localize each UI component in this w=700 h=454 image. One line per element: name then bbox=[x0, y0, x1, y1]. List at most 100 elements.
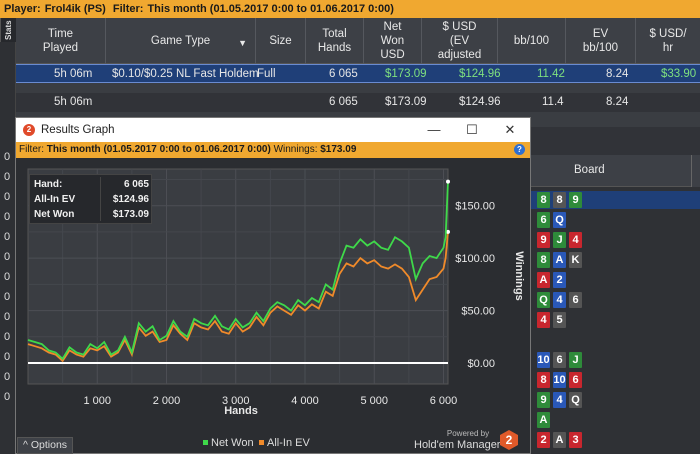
card: Q bbox=[569, 392, 582, 408]
x-tick-label: 5 000 bbox=[360, 395, 388, 407]
row-marker: 0 bbox=[4, 351, 11, 363]
winnings-value: $173.09 bbox=[320, 144, 357, 155]
col-ev-adjusted[interactable]: $ USD (EV adjusted bbox=[422, 18, 498, 64]
x-axis-title: Hands bbox=[224, 405, 258, 417]
row-marker: 0 bbox=[4, 371, 11, 383]
col-size[interactable]: Size bbox=[256, 18, 306, 64]
maximize-icon[interactable]: ☐ bbox=[456, 118, 488, 142]
card: 4 bbox=[553, 292, 566, 308]
minimize-icon[interactable]: — bbox=[418, 118, 450, 142]
graph-filter-value[interactable]: This month (01.05.2017 0:00 to 01.06.201… bbox=[47, 144, 271, 155]
stat-allin-ev: All-In EV $124.96 bbox=[34, 194, 149, 205]
col-total-hands[interactable]: Total Hands bbox=[306, 18, 364, 64]
board-row[interactable] bbox=[526, 331, 700, 349]
board-row[interactable]: 889 bbox=[526, 191, 700, 209]
row-marker: 0 bbox=[4, 391, 11, 403]
col-usd-hr[interactable]: $ USD/ hr bbox=[636, 18, 700, 64]
legend-allin-ev[interactable]: All-In EV bbox=[259, 437, 310, 449]
card: 4 bbox=[553, 392, 566, 408]
y-tick-label: $150.00 bbox=[455, 201, 495, 213]
board-row[interactable]: 8AK bbox=[526, 251, 700, 269]
board-row[interactable]: A2 bbox=[526, 271, 700, 289]
stat-net-won: Net Won $173.09 bbox=[34, 209, 149, 220]
player-name[interactable]: Frol4ik (PS) bbox=[45, 3, 106, 15]
col-game-type[interactable]: Game Type ▼ bbox=[106, 18, 256, 64]
filter-value[interactable]: This month (01.05.2017 0:00 to 01.06.201… bbox=[147, 3, 393, 15]
brand-name: Hold'em Manager bbox=[414, 439, 501, 451]
col-net-won[interactable]: Net Won USD bbox=[364, 18, 422, 64]
card: 6 bbox=[569, 292, 582, 308]
legend-net-won[interactable]: Net Won bbox=[203, 437, 254, 449]
chevron-down-icon[interactable]: ▼ bbox=[238, 36, 247, 50]
row-marker: 0 bbox=[4, 251, 11, 263]
close-icon[interactable]: ✕ bbox=[494, 118, 526, 142]
card: 3 bbox=[569, 432, 582, 448]
x-tick-label: 6 000 bbox=[430, 395, 458, 407]
stats-summary-box: Hand: 6 065 All-In EV $124.96 Net Won $173.… bbox=[29, 174, 152, 224]
row-marker: 0 bbox=[4, 311, 11, 323]
table-total-row: 5h 06m 6 065 $173.09 $124.96 11.4 8.24 bbox=[16, 93, 700, 112]
window-title-bar[interactable]: 2 Results Graph — ☐ ✕ bbox=[16, 118, 530, 142]
card: J bbox=[553, 232, 566, 248]
card: 2 bbox=[553, 272, 566, 288]
board-row[interactable]: 2A3 bbox=[526, 431, 700, 449]
powered-by-label: Powered by bbox=[446, 429, 490, 438]
board-row[interactable]: 9J4 bbox=[526, 231, 700, 249]
filter-label: Filter: bbox=[112, 3, 144, 15]
stats-side-tab[interactable]: Stats bbox=[0, 18, 16, 42]
card: 8 bbox=[537, 252, 550, 268]
card: 6 bbox=[553, 352, 566, 368]
row-marker: 0 bbox=[4, 211, 11, 223]
col-ev-bb100[interactable]: EV bb/100 bbox=[566, 18, 636, 64]
series-end-point bbox=[446, 179, 450, 184]
board-row[interactable]: Q46 bbox=[526, 291, 700, 309]
card: A bbox=[553, 252, 566, 268]
card: 4 bbox=[569, 232, 582, 248]
col-bb100[interactable]: bb/100 bbox=[498, 18, 566, 64]
col-time-played[interactable]: Time Played bbox=[16, 18, 106, 64]
row-marker: 0 bbox=[4, 271, 11, 283]
help-icon[interactable]: ? bbox=[514, 144, 525, 155]
board-row[interactable]: 6Q bbox=[526, 211, 700, 229]
player-filter-bar: Player: Frol4ik (PS) Filter: This month (0… bbox=[0, 0, 700, 18]
board-row[interactable]: 94Q bbox=[526, 391, 700, 409]
card: 4 bbox=[537, 312, 550, 328]
y-tick-label: $50.00 bbox=[461, 306, 495, 318]
table-row[interactable]: 5h 06m $0.10/$0.25 NL Fast Holdem Full 6… bbox=[16, 64, 700, 83]
card: 6 bbox=[537, 212, 550, 228]
row-marker: 0 bbox=[4, 151, 11, 163]
hm2-logo-icon: 2 bbox=[23, 124, 35, 136]
card: Q bbox=[537, 292, 550, 308]
app-window: Player: Frol4ik (PS) Filter: This month (0… bbox=[0, 0, 700, 454]
y-tick-label: $100.00 bbox=[455, 253, 495, 265]
window-title: Results Graph bbox=[41, 124, 115, 136]
card: J bbox=[569, 352, 582, 368]
graph-filter-bar: Filter: This month (01.05.2017 0:00 to 0… bbox=[16, 142, 530, 158]
stats-table-header: Time Played Game Type ▼ Size Total Hands … bbox=[16, 18, 700, 64]
card: 8 bbox=[537, 372, 550, 388]
board-row[interactable]: 8 10 6 bbox=[526, 371, 700, 389]
card: 6 bbox=[569, 372, 582, 388]
left-side-strip: 0 0 0 0 0 0 0 0 0 0 0 0 0 bbox=[0, 42, 16, 454]
results-graph-window: 2 Results Graph — ☐ ✕ Filter: This month… bbox=[15, 117, 531, 454]
stat-hands: Hand: 6 065 bbox=[34, 179, 149, 190]
column-header-edge bbox=[691, 155, 700, 187]
board-row[interactable]: A bbox=[526, 411, 700, 429]
card: 9 bbox=[537, 232, 550, 248]
card: 10 bbox=[553, 372, 566, 388]
chevron-up-icon: ^ bbox=[23, 439, 31, 451]
row-marker: 0 bbox=[4, 171, 11, 183]
row-marker: 0 bbox=[4, 331, 11, 343]
y-axis-title: Winnings bbox=[513, 251, 525, 300]
options-button[interactable]: ^ Options bbox=[17, 437, 73, 454]
card: 8 bbox=[553, 192, 566, 208]
card: Q bbox=[553, 212, 566, 228]
x-tick-label: 2 000 bbox=[153, 395, 181, 407]
card: K bbox=[569, 252, 582, 268]
player-label: Player: bbox=[4, 3, 41, 15]
x-tick-label: 1 000 bbox=[83, 395, 111, 407]
board-row[interactable]: 10 6 J bbox=[526, 351, 700, 369]
board-row[interactable]: 45 bbox=[526, 311, 700, 329]
card: A bbox=[537, 412, 550, 428]
board-column-header[interactable]: Board bbox=[531, 155, 691, 187]
